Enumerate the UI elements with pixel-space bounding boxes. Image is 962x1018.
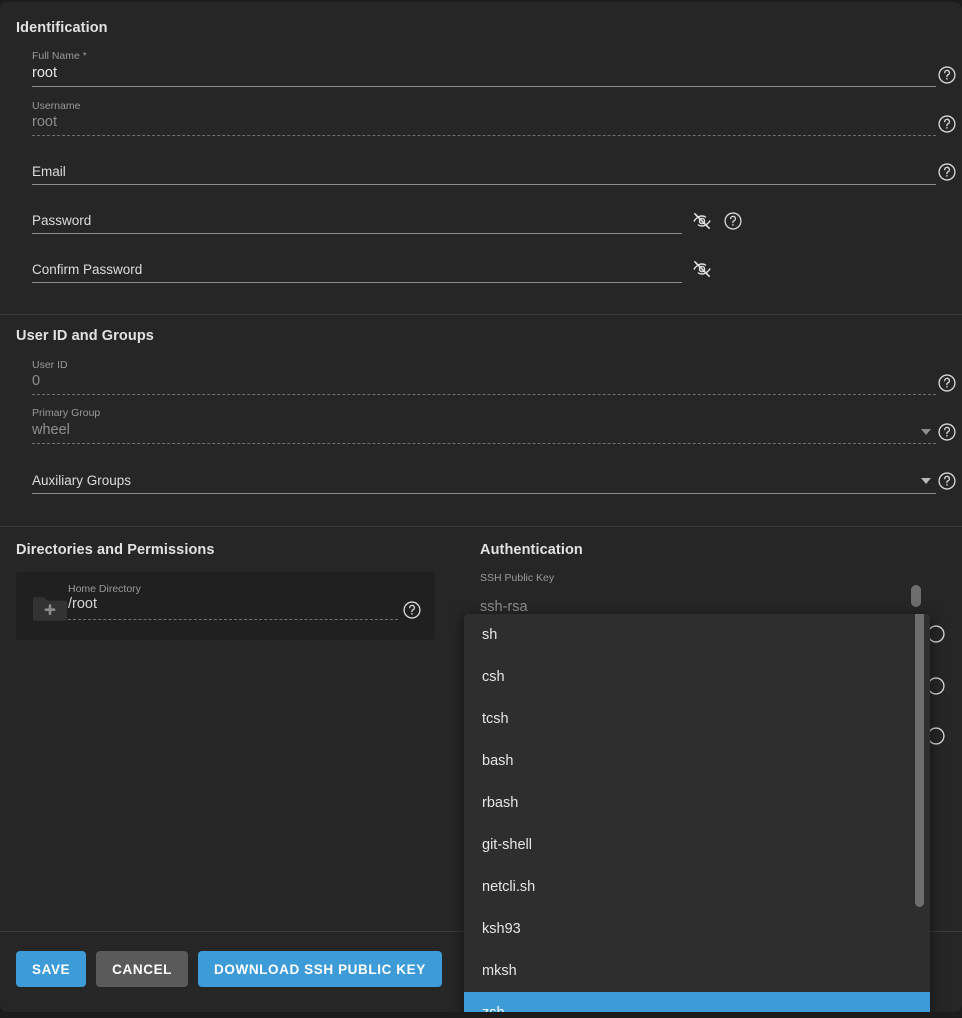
- field-label-email: Email: [32, 163, 66, 180]
- help-circle-icon[interactable]: [937, 65, 957, 85]
- help-circle-icon[interactable]: [937, 114, 957, 134]
- chevron-down-icon[interactable]: [921, 429, 931, 435]
- field-value-username: root: [32, 113, 57, 132]
- field-label-full-name: Full Name *: [32, 50, 87, 62]
- shell-option-netcli.sh[interactable]: netcli.sh: [464, 866, 930, 908]
- field-underline-user-id: [32, 394, 936, 395]
- shell-dropdown-menu[interactable]: shcshtcshbashrbashgit-shellnetcli.shksh9…: [464, 614, 930, 1012]
- field-underline-password: [32, 233, 682, 234]
- help-circle-icon[interactable]: [937, 373, 957, 393]
- field-underline-auxiliary-groups: [32, 493, 936, 494]
- shell-option-rbash[interactable]: rbash: [464, 782, 930, 824]
- field-label-home-directory: Home Directory: [68, 583, 141, 595]
- field-label-confirm-password: Confirm Password: [32, 261, 142, 278]
- home-directory-card[interactable]: Home Directory /root: [16, 572, 435, 640]
- field-label-username: Username: [32, 100, 80, 112]
- shell-option-sh[interactable]: sh: [464, 614, 930, 656]
- eye-off-icon[interactable]: [692, 211, 712, 231]
- field-value-primary-group: wheel: [32, 421, 70, 440]
- action-bar: SAVE CANCEL DOWNLOAD SSH PUBLIC KEY: [16, 951, 442, 987]
- shell-option-csh[interactable]: csh: [464, 656, 930, 698]
- shell-option-zsh[interactable]: zsh: [464, 992, 930, 1012]
- cancel-button[interactable]: CANCEL: [96, 951, 188, 987]
- field-underline-username: [32, 135, 936, 136]
- folder-plus-icon[interactable]: [32, 594, 68, 622]
- section-title-identification: Identification: [16, 20, 108, 36]
- help-circle-icon[interactable]: [402, 600, 422, 620]
- field-value-user-id: 0: [32, 372, 40, 391]
- field-label-ssh-public-key: SSH Public Key: [480, 572, 554, 584]
- field-value-home-directory[interactable]: /root: [68, 595, 97, 614]
- field-label-password: Password: [32, 212, 91, 229]
- shell-option-tcsh[interactable]: tcsh: [464, 698, 930, 740]
- shell-option-bash[interactable]: bash: [464, 740, 930, 782]
- shell-option-git-shell[interactable]: git-shell: [464, 824, 930, 866]
- save-button[interactable]: SAVE: [16, 951, 86, 987]
- eye-off-icon[interactable]: [692, 259, 712, 279]
- field-underline-full-name: [32, 86, 936, 87]
- page-scrollbar-thumb[interactable]: [911, 585, 921, 607]
- field-underline-home-directory: [68, 619, 398, 620]
- download-ssh-public-key-button[interactable]: DOWNLOAD SSH PUBLIC KEY: [198, 951, 442, 987]
- section-title-directories-and-permissions: Directories and Permissions: [16, 542, 215, 558]
- user-form-card: Identification Full Name * root Username…: [0, 2, 962, 1012]
- field-underline-confirm-password: [32, 282, 682, 283]
- help-circle-icon[interactable]: [937, 471, 957, 491]
- field-label-primary-group: Primary Group: [32, 407, 100, 419]
- section-title-authentication: Authentication: [480, 542, 583, 558]
- field-underline-primary-group: [32, 443, 936, 444]
- chevron-down-icon[interactable]: [921, 478, 931, 484]
- help-circle-icon[interactable]: [937, 162, 957, 182]
- shell-dropdown-list: shcshtcshbashrbashgit-shellnetcli.shksh9…: [464, 614, 930, 1012]
- field-underline-email: [32, 184, 936, 185]
- section-title-user-id-and-groups: User ID and Groups: [16, 328, 154, 344]
- field-label-user-id: User ID: [32, 359, 68, 371]
- field-label-auxiliary-groups: Auxiliary Groups: [32, 472, 131, 489]
- field-value-full-name[interactable]: root: [32, 64, 57, 83]
- section-divider: [0, 314, 962, 315]
- dropdown-scrollbar-thumb[interactable]: [915, 614, 924, 907]
- section-divider: [0, 526, 962, 527]
- help-circle-icon[interactable]: [723, 211, 743, 231]
- help-circle-icon[interactable]: [937, 422, 957, 442]
- user-edit-screen: Identification Full Name * root Username…: [0, 0, 962, 1018]
- shell-option-mksh[interactable]: mksh: [464, 950, 930, 992]
- shell-option-ksh93[interactable]: ksh93: [464, 908, 930, 950]
